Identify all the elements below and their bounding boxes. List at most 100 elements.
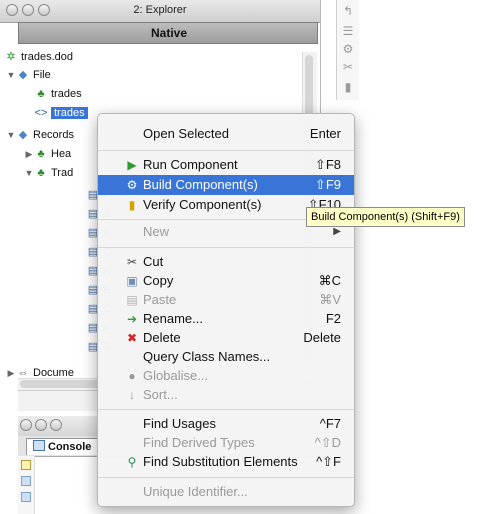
console-tab-label: Console <box>48 441 92 453</box>
menu-item-find-substitution-elements[interactable]: ⚲ Find Substitution Elements ^⇧F <box>98 452 354 472</box>
build-tooltip: Build Component(s) (Shift+F9) <box>306 207 465 227</box>
run-icon: ▶ <box>127 158 137 172</box>
menu-item-find-derived-types[interactable]: Find Derived Types ^⇧D <box>98 433 354 453</box>
list-icon[interactable]: ☰ <box>341 24 355 38</box>
tree-item[interactable]: ♣ trades <box>24 85 82 103</box>
menu-separator <box>98 150 354 151</box>
document-icon[interactable]: ▮ <box>341 80 355 94</box>
menu-item-query-class-names[interactable]: Query Class Names... <box>98 347 354 367</box>
copy-icon: ▣ <box>126 274 138 288</box>
menu-item-label: Verify Component(s) <box>143 197 262 212</box>
save-icon[interactable] <box>21 492 31 502</box>
menu-item-shortcut: F2 <box>325 311 341 326</box>
menu-item-label: New <box>143 224 170 239</box>
menu-item-rename[interactable]: ➜ Rename... F2 <box>98 309 354 329</box>
menu-item-shortcut: ⌘C <box>318 273 341 288</box>
explorer-title: 2: Explorer <box>133 4 187 16</box>
menu-item-paste[interactable]: ▤ Paste ⌘V <box>98 290 354 310</box>
component-icon: ♣ <box>37 167 45 179</box>
angle-brackets-icon: <> <box>34 107 48 119</box>
menu-item-label: Query Class Names... <box>143 349 271 364</box>
menu-item-label: Copy <box>143 273 174 288</box>
menu-item-run-component[interactable]: ▶ Run Component ⇧F8 <box>98 155 354 175</box>
tree-item-label: trades.dod <box>21 51 73 63</box>
tree-item[interactable]: ✲ trades.dod <box>4 48 73 66</box>
document-icon[interactable] <box>21 476 31 486</box>
menu-item-label: Globalise... <box>143 368 209 383</box>
menu-separator <box>98 247 354 248</box>
menu-item-label: Paste <box>143 292 177 307</box>
diamond-folder-icon: ◆ <box>18 129 28 141</box>
star-icon: ✲ <box>6 51 16 63</box>
tree-item[interactable]: ▼ ◆ File <box>6 66 51 84</box>
pencil-icon[interactable] <box>21 460 31 470</box>
menu-item-delete[interactable]: ✖ Delete Delete <box>98 328 354 348</box>
menu-item-cut[interactable]: ✂ Cut <box>98 252 354 272</box>
context-menu: Open Selected Enter ▶ Run Component ⇧F8 ⚙ Buil… <box>97 113 355 507</box>
menu-item-copy[interactable]: ▣ Copy ⌘C <box>98 271 354 291</box>
menu-item-label: Find Derived Types <box>143 435 255 450</box>
navigate-icon[interactable]: ↰ <box>341 4 355 18</box>
menu-item-label: Cut <box>143 254 164 269</box>
console-minimize-button[interactable] <box>35 419 47 431</box>
menu-item-sort[interactable]: ↓ Sort... <box>98 385 354 405</box>
explorer-titlebar[interactable]: 2: Explorer <box>0 0 320 23</box>
menu-item-shortcut: ⇧F8 <box>314 157 341 172</box>
menu-item-unique-identifier[interactable]: Unique Identifier... <box>98 482 354 502</box>
diamond-folder-icon: ◆ <box>18 69 28 81</box>
menu-item-label: Find Substitution Elements <box>143 454 298 469</box>
tree-item[interactable]: ▼ ◆ Records <box>6 126 74 144</box>
menu-item-shortcut: ⌘V <box>319 292 341 307</box>
console-icon <box>33 440 45 451</box>
menu-item-globalise[interactable]: ● Globalise... <box>98 366 354 386</box>
component-icon: ♣ <box>37 88 45 100</box>
gear-icon[interactable]: ⚙ <box>341 42 355 56</box>
tree-item-label: Trad <box>51 167 74 179</box>
menu-separator <box>98 409 354 410</box>
tree-item[interactable]: ▼ ♣ Trad <box>24 164 74 182</box>
chevron-down-icon[interactable]: ▼ <box>6 66 16 84</box>
tools-icon[interactable]: ✂ <box>341 60 355 74</box>
chevron-right-icon[interactable]: ▶ <box>6 364 16 382</box>
tree-item-label: Hea <box>51 148 72 160</box>
scissors-icon: ✂ <box>126 255 138 269</box>
tab-native[interactable]: Native <box>19 26 319 40</box>
menu-item-shortcut: ⇧F9 <box>314 177 341 192</box>
console-close-button[interactable] <box>20 419 32 431</box>
chevron-down-icon[interactable]: ▼ <box>24 164 34 182</box>
tree-item[interactable]: <> trades <box>24 104 88 122</box>
menu-item-shortcut: ^⇧F <box>316 454 341 469</box>
menu-item-label: Rename... <box>143 311 203 326</box>
chevron-down-icon[interactable]: ▼ <box>6 126 16 144</box>
tree-item-label: trades <box>51 88 82 100</box>
menu-item-label: Build Component(s) <box>143 177 258 192</box>
explorer-tab-bar: Native <box>18 22 318 44</box>
menu-item-label: Open Selected <box>143 126 230 141</box>
tree-item-label: Records <box>33 129 74 141</box>
tree-item-label: File <box>33 69 51 81</box>
paste-icon: ▤ <box>126 293 138 307</box>
menu-item-shortcut: ^⇧D <box>314 435 341 450</box>
console-side-toolbar <box>18 456 35 514</box>
rename-icon: ➜ <box>126 312 138 326</box>
tab-console[interactable]: Console <box>26 438 99 455</box>
menu-item-label: Delete <box>143 330 181 345</box>
sort-icon: ↓ <box>129 388 135 402</box>
delete-x-icon: ✖ <box>126 331 138 345</box>
menu-separator <box>98 477 354 478</box>
menu-item-open-selected[interactable]: Open Selected Enter <box>98 124 354 144</box>
chevron-right-icon[interactable]: ▶ <box>24 145 34 163</box>
menu-item-find-usages[interactable]: Find Usages ^F7 <box>98 414 354 434</box>
console-zoom-button[interactable] <box>50 419 62 431</box>
menu-item-shortcut: Delete <box>303 330 341 345</box>
traffic-light-icon: ▮ <box>128 198 136 212</box>
component-icon: ♣ <box>37 148 45 160</box>
globalise-icon: ● <box>128 369 136 383</box>
menu-item-shortcut: ^F7 <box>319 416 341 431</box>
menu-item-label: Sort... <box>143 387 178 402</box>
menu-item-build-component-s[interactable]: ⚙ Build Component(s) ⇧F9 <box>98 175 354 195</box>
menu-item-shortcut: Enter <box>309 126 341 141</box>
tree-item[interactable]: ▶ ♣ Hea <box>24 145 72 163</box>
find-subst-icon: ⚲ <box>127 455 137 469</box>
menu-item-label: Find Usages <box>143 416 216 431</box>
